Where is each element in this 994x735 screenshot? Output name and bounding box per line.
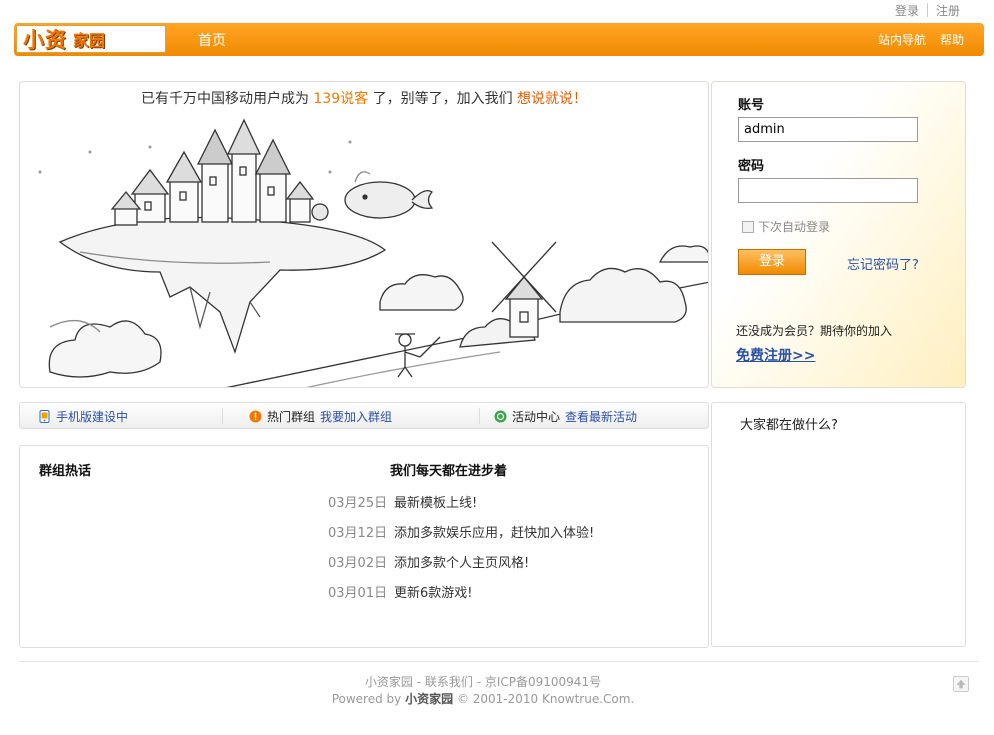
logo-text-sub: 家园 <box>73 31 106 50</box>
remember-checkbox[interactable] <box>742 220 754 233</box>
news-text: 更新6款游戏! <box>394 586 473 601</box>
logo-text-main: 小资 <box>23 28 67 52</box>
tagline-cta: 想说就说！ <box>517 91 588 107</box>
forgot-password-link[interactable]: 忘记密码了? <box>847 254 919 273</box>
login-button[interactable]: 登录 <box>738 249 806 275</box>
tagline-highlight: 139说客 <box>313 91 369 107</box>
activity-feed-box: 大家都在做什么? <box>711 402 966 647</box>
tab-activity: 活动中心 查看最新活动 <box>494 408 637 425</box>
news-date: 03月02日 <box>328 556 388 571</box>
news-item: 03月02日 添加多款个人主页风格! <box>310 552 594 582</box>
banner-tagline: 已有千万中国移动用户成为 139说客 了，别等了，加入我们 想说就说！ <box>20 88 708 108</box>
group-hot-topics-title: 群组热话 <box>39 464 92 479</box>
powered-by-brand: 小资家园 <box>405 692 454 706</box>
tab-mobile: 手机版建设中 <box>38 408 128 425</box>
hot-groups-icon <box>249 410 262 423</box>
site-logo[interactable]: 小资 家园 <box>16 25 166 53</box>
activity-center-label: 活动中心 <box>512 410 561 424</box>
news-title: 我们每天都在进步着 <box>390 464 508 479</box>
nav-right-links: 站内导航 帮助 <box>878 31 964 48</box>
tagline-prefix: 已有千万中国移动用户成为 <box>140 91 309 107</box>
tagline-middle: 了，别等了，加入我们 <box>372 91 513 107</box>
join-group-link[interactable]: 我要加入群组 <box>320 408 392 425</box>
news-list: 03月25日 最新模板上线! 03月12日 添加多款娱乐应用，赶快加入体验! 0… <box>310 492 594 612</box>
activity-feed-title: 大家都在做什么? <box>740 418 838 433</box>
mobile-link[interactable]: 手机版建设中 <box>56 408 128 425</box>
news-date: 03月25日 <box>328 496 388 511</box>
activity-center-icon <box>494 410 507 423</box>
hot-groups-label: 热门群组 <box>267 410 316 424</box>
nav-help-link[interactable]: 帮助 <box>940 31 964 48</box>
top-links: 登录 注册 <box>895 0 960 20</box>
groups-news-box: 群组热话 我们每天都在进步着 03月25日 最新模板上线! 03月12日 添加多… <box>19 445 709 648</box>
password-label: 密码 <box>738 159 765 174</box>
not-member-text: 还没成为会员？期待你的加入 <box>736 324 893 338</box>
back-to-top-icon[interactable] <box>953 676 969 692</box>
news-date: 03月12日 <box>328 526 388 541</box>
news-text: 添加多款娱乐应用，赶快加入体验! <box>394 526 595 541</box>
floating-island-illustration <box>38 118 708 387</box>
top-login-link[interactable]: 登录 <box>895 2 919 19</box>
news-item: 03月25日 最新模板上线! <box>310 492 594 522</box>
mobile-phone-icon <box>39 410 50 423</box>
top-links-divider <box>926 3 928 17</box>
footer-copyright: Powered by 小资家园 © 2001-2010 Knowtrue.Com… <box>0 690 966 707</box>
copyright-text: © 2001-2010 Knowtrue.Com. <box>456 692 635 706</box>
tab-divider <box>222 408 223 424</box>
feature-tab-bar: 手机版建设中 热门群组 我要加入群组 活动中心 查看最新活动 <box>19 402 709 429</box>
free-register-link[interactable]: 免费注册>> <box>736 345 815 365</box>
nav-site-nav-link[interactable]: 站内导航 <box>878 31 926 48</box>
login-panel: 账号 密码 下次自动登录 登录 忘记密码了? 还没成为会员？期待你的加入 免费注… <box>711 81 966 388</box>
account-label: 账号 <box>738 98 765 113</box>
news-date: 03月01日 <box>328 586 388 601</box>
footer-links: 小资家园 - 联系我们 - 京ICP备09100941号 <box>364 675 602 689</box>
remember-label: 下次自动登录 <box>758 220 831 234</box>
tab-hot-groups: 热门群组 我要加入群组 <box>249 408 392 425</box>
powered-by-text: Powered by <box>331 692 402 706</box>
news-item: 03月01日 更新6款游戏! <box>310 582 594 612</box>
news-item: 03月12日 添加多款娱乐应用，赶快加入体验! <box>310 522 594 552</box>
footer-divider <box>19 661 979 662</box>
news-text: 最新模板上线! <box>394 496 478 511</box>
password-input[interactable] <box>738 178 918 203</box>
latest-activity-link[interactable]: 查看最新活动 <box>565 408 637 425</box>
nav-home-link[interactable]: 首页 <box>198 30 226 50</box>
tab-divider <box>479 408 480 424</box>
account-input[interactable] <box>738 117 918 142</box>
main-navbar: 小资 家园 首页 站内导航 帮助 <box>14 23 984 56</box>
top-register-link[interactable]: 注册 <box>936 2 960 19</box>
hero-banner: 已有千万中国移动用户成为 139说客 了，别等了，加入我们 想说就说！ <box>19 81 709 388</box>
news-text: 添加多款个人主页风格! <box>394 556 530 571</box>
remember-me[interactable]: 下次自动登录 <box>742 218 830 235</box>
